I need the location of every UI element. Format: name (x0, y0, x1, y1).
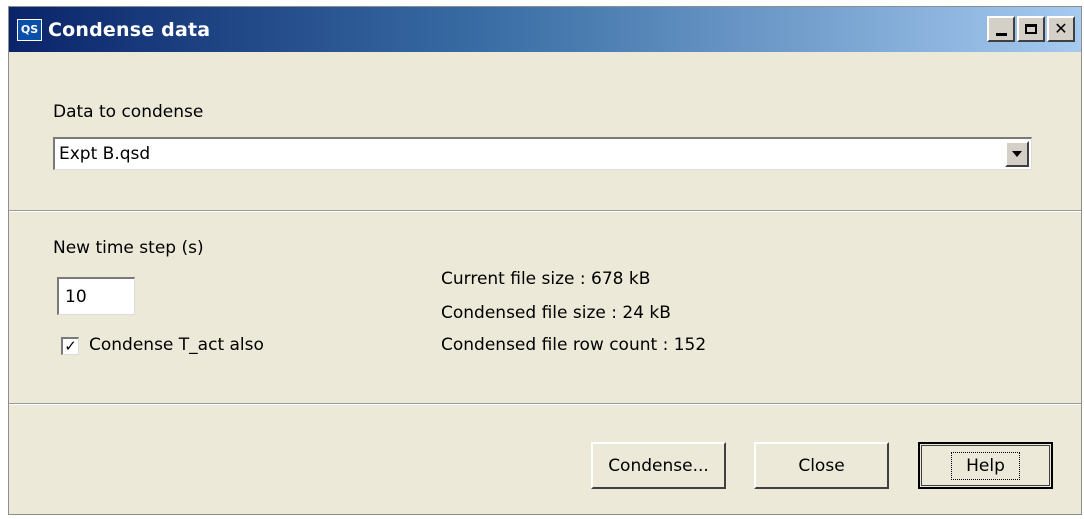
divider-bottom (9, 403, 1081, 405)
current-file-size: Current file size : 678 kB (441, 269, 651, 289)
close-button[interactable]: ✕ (1047, 16, 1075, 42)
checkmark-icon: ✓ (64, 337, 77, 355)
maximize-button[interactable] (1017, 16, 1045, 42)
title-bar[interactable]: QS Condense data ✕ (9, 7, 1081, 52)
app-icon: QS (17, 18, 42, 41)
close-icon: ✕ (1054, 19, 1068, 38)
dropdown-arrow-button[interactable] (1005, 141, 1029, 167)
close-dialog-button[interactable]: Close (754, 442, 889, 489)
data-to-condense-label: Data to condense (53, 102, 204, 122)
time-step-label: New time step (s) (53, 238, 204, 258)
window-title: Condense data (48, 18, 211, 41)
condense-data-dialog: QS Condense data ✕ Data to condense Expt… (8, 6, 1082, 515)
minimize-icon (995, 32, 1007, 36)
condense-tact-checkbox[interactable]: ✓ (61, 337, 79, 355)
help-button[interactable]: Help (918, 442, 1053, 489)
condensed-file-size: Condensed file size : 24 kB (441, 303, 671, 323)
selected-file-value: Expt B.qsd (59, 144, 151, 164)
condensed-row-count: Condensed file row count : 152 (441, 335, 707, 355)
divider-top (9, 210, 1081, 212)
time-step-input[interactable]: 10 (57, 277, 135, 315)
window-controls: ✕ (987, 16, 1075, 42)
minimize-button[interactable] (987, 16, 1015, 42)
chevron-down-icon (1012, 151, 1022, 157)
help-button-label: Help (951, 451, 1020, 480)
condense-button[interactable]: Condense... (591, 442, 726, 489)
maximize-icon (1025, 24, 1037, 34)
condense-tact-label: Condense T_act also (89, 335, 264, 355)
data-file-select[interactable]: Expt B.qsd (53, 137, 1032, 170)
